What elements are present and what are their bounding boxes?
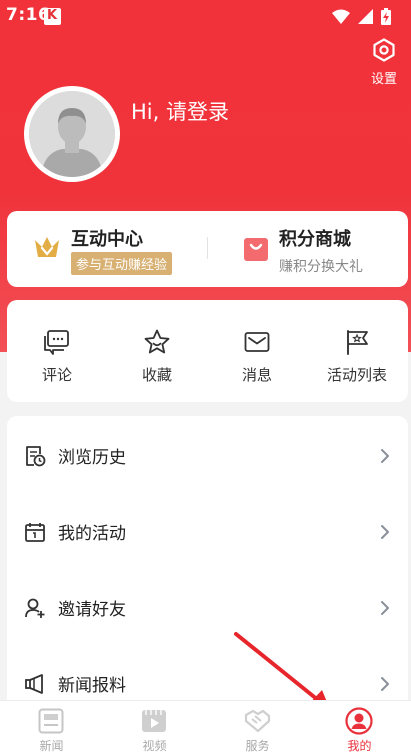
quick-action-messages[interactable]: 消息 (207, 300, 307, 402)
quick-action-comments[interactable]: 评论 (7, 300, 107, 402)
crown-icon (35, 237, 59, 257)
menu-item-label: 浏览历史 (58, 448, 126, 468)
points-mall-title: 积分商城 (279, 229, 351, 250)
tab-label: 新闻 (39, 739, 64, 753)
gear-icon (373, 38, 395, 62)
video-icon (142, 710, 166, 732)
star-icon (144, 329, 170, 354)
points-mall-button[interactable]: 积分商城 赚积分换大礼 (215, 211, 408, 287)
menu-item-label: 我的活动 (58, 524, 126, 544)
app-notification-icon (44, 8, 61, 25)
battery-icon (381, 7, 391, 25)
interaction-center-title: 互动中心 (71, 229, 143, 250)
history-icon (26, 446, 46, 467)
tab-label: 视频 (142, 739, 167, 753)
menu-item-label: 邀请好友 (58, 600, 126, 620)
profile-icon (345, 707, 373, 735)
quick-action-label: 收藏 (141, 366, 172, 384)
menu-item-label: 新闻报料 (58, 676, 126, 696)
shopping-bag-icon (244, 238, 268, 261)
menu-item-history[interactable]: 浏览历史 (7, 417, 408, 493)
interaction-center-button[interactable]: 互动中心 参与互动赚经验 (7, 211, 207, 287)
chevron-right-icon (381, 677, 389, 691)
tab-news[interactable]: 新闻 (0, 701, 103, 756)
interaction-center-badge: 参与互动赚经验 (71, 252, 173, 275)
login-prompt[interactable]: Hi, 请登录 (131, 96, 229, 126)
tab-video[interactable]: 视频 (103, 701, 206, 756)
interaction-card: 互动中心 参与互动赚经验 积分商城 赚积分换大礼 (7, 211, 408, 287)
tab-services[interactable]: 服务 (206, 701, 309, 756)
quick-action-event-list[interactable]: 活动列表 (307, 300, 407, 402)
bottom-tab-bar: 新闻 视频 服务 我的 (0, 700, 411, 756)
quick-actions: 评论 收藏 消息 活动列表 (7, 300, 408, 402)
points-mall-subtitle: 赚积分换大礼 (279, 259, 363, 275)
mail-icon (244, 332, 270, 352)
megaphone-icon (25, 674, 43, 694)
quick-action-label: 活动列表 (326, 366, 387, 384)
signal-icon (358, 8, 373, 24)
settings-button[interactable]: 设置 (367, 38, 401, 87)
tab-mine[interactable]: 我的 (308, 701, 411, 756)
news-icon (38, 708, 64, 734)
menu-item-invite-friends[interactable]: 邀请好友 (7, 569, 408, 645)
quick-action-label: 评论 (41, 366, 72, 384)
handshake-icon (244, 709, 271, 733)
quick-action-favorites[interactable]: 收藏 (107, 300, 207, 402)
menu-list: 浏览历史 我的活动 邀请好友 新闻报料 (7, 416, 408, 716)
calendar-icon (25, 523, 45, 542)
chevron-right-icon (381, 601, 389, 615)
flag-icon (347, 330, 368, 355)
divider (207, 237, 208, 259)
chevron-right-icon (381, 525, 389, 539)
system-icons (332, 7, 391, 25)
quick-action-label: 消息 (241, 366, 272, 384)
user-silhouette-icon (29, 91, 115, 177)
settings-label: 设置 (370, 72, 397, 87)
tab-label: 我的 (347, 739, 372, 753)
tab-label: 服务 (245, 739, 270, 753)
add-user-icon (25, 598, 45, 618)
menu-item-my-events[interactable]: 我的活动 (7, 493, 408, 569)
avatar[interactable] (24, 86, 120, 182)
comment-icon (44, 330, 69, 355)
chevron-right-icon (381, 449, 389, 463)
wifi-icon (332, 9, 350, 24)
status-bar: 7:16 (0, 0, 411, 34)
